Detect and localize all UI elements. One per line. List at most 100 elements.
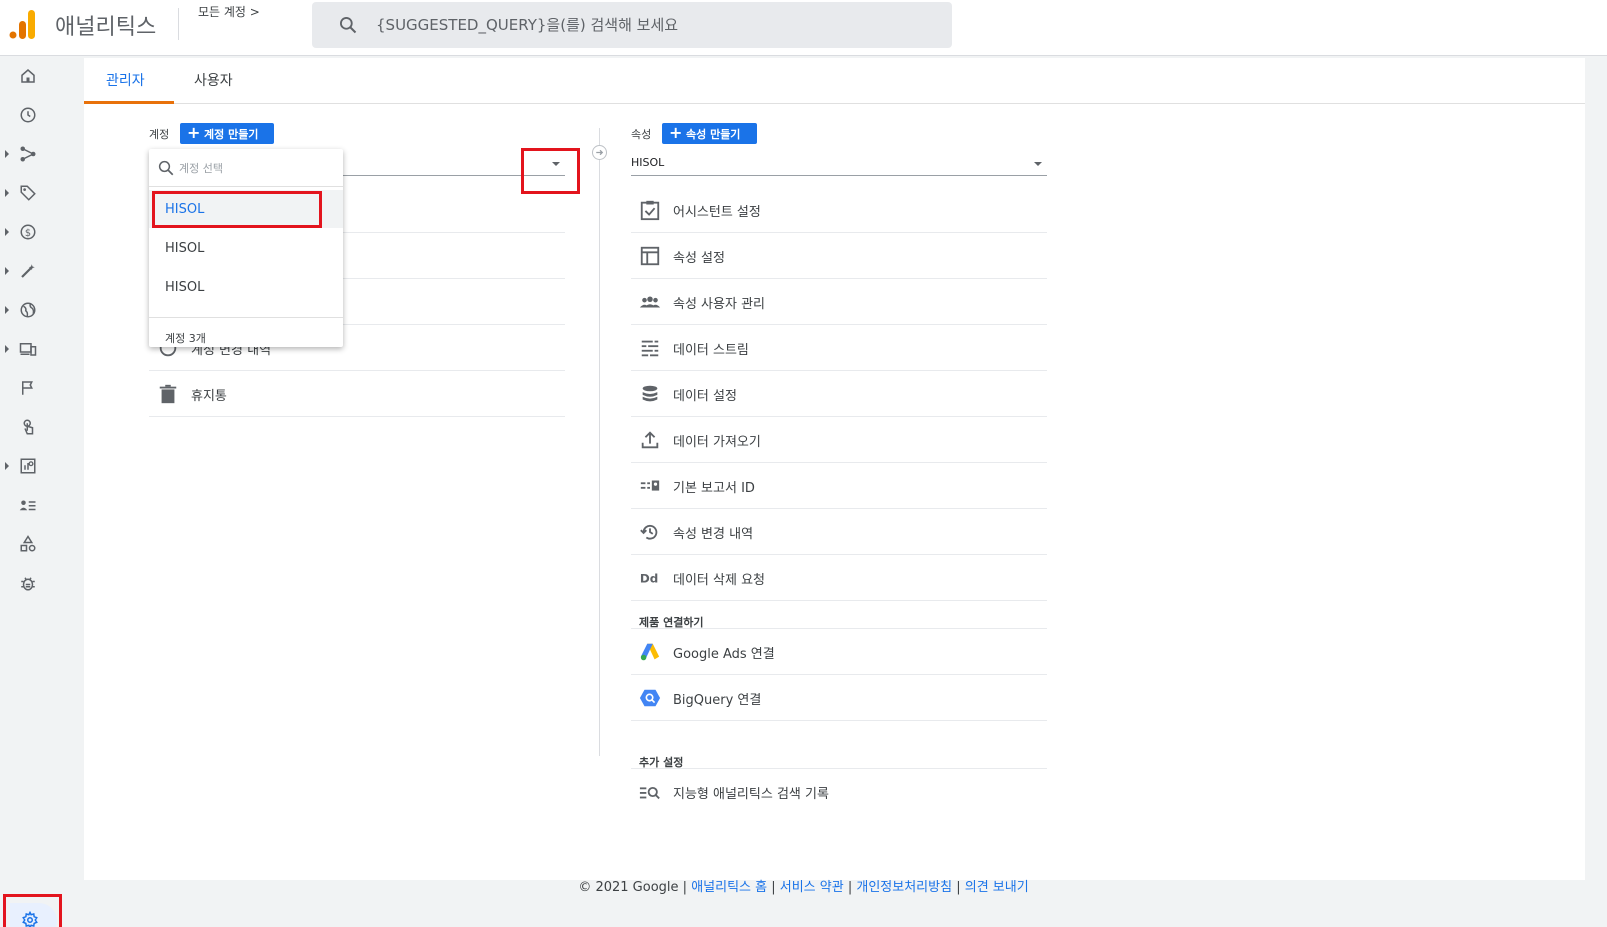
users-group-icon bbox=[639, 296, 661, 308]
property-user-management-row[interactable]: 속성 사용자 관리 bbox=[631, 279, 1047, 325]
trash-label: 휴지통 bbox=[191, 389, 227, 404]
nav-monetization[interactable]: $ bbox=[0, 214, 60, 250]
property-select-value[interactable]: HISOL bbox=[631, 156, 664, 169]
property-change-history-label: 속성 변경 내역 bbox=[673, 527, 754, 542]
data-settings-row[interactable]: 데이터 설정 bbox=[631, 371, 1047, 417]
property-change-history-row[interactable]: 속성 변경 내역 bbox=[631, 509, 1047, 555]
data-import-label: 데이터 가져오기 bbox=[673, 435, 761, 450]
nav-audiences[interactable] bbox=[0, 487, 60, 523]
footer-link-privacy[interactable]: 개인정보처리방침 bbox=[856, 880, 952, 895]
nav-lifecycle[interactable] bbox=[0, 136, 60, 172]
nav-home[interactable] bbox=[0, 58, 60, 94]
devices-icon bbox=[19, 343, 37, 356]
expand-caret-icon bbox=[5, 228, 9, 236]
active-tab-indicator bbox=[84, 101, 174, 104]
nav-realtime[interactable] bbox=[0, 97, 60, 133]
nav-explore[interactable] bbox=[0, 448, 60, 484]
app-title: 애널리틱스 bbox=[55, 15, 157, 40]
account-column-label: 계정 bbox=[149, 128, 170, 141]
assistant-settings-label: 어시스턴트 설정 bbox=[673, 205, 761, 220]
trash-row[interactable]: 휴지통 bbox=[149, 371, 565, 417]
upload-icon bbox=[641, 431, 659, 449]
selected-account-highlight bbox=[152, 191, 322, 228]
account-search-input[interactable] bbox=[179, 158, 329, 178]
data-import-row[interactable]: 데이터 가져오기 bbox=[631, 417, 1047, 463]
data-deletion-row[interactable]: Dd 데이터 삭제 요청 bbox=[631, 555, 1047, 601]
data-deletion-icon: Dd bbox=[640, 572, 658, 586]
footer-separator: | bbox=[847, 880, 853, 895]
expand-caret-icon bbox=[5, 267, 9, 275]
page-footer: © 2021 Google | 애널리틱스 홈 | 서비스 약관 | 개인정보처… bbox=[0, 876, 1607, 895]
touch-icon bbox=[23, 419, 34, 435]
google-ads-link-label: Google Ads 연결 bbox=[673, 647, 775, 662]
tab-user[interactable]: 사용자 bbox=[194, 70, 233, 90]
nav-demographics[interactable] bbox=[0, 292, 60, 328]
plus-icon: + bbox=[669, 123, 683, 142]
bug-icon bbox=[21, 577, 35, 591]
search-input[interactable] bbox=[376, 12, 936, 38]
globe-icon bbox=[20, 302, 36, 318]
history-icon bbox=[640, 524, 658, 540]
bigquery-link-row[interactable]: BigQuery 연결 bbox=[631, 675, 1047, 721]
account-search[interactable] bbox=[149, 149, 343, 187]
google-ads-link-row[interactable]: Google Ads 연결 bbox=[631, 629, 1047, 675]
footer-separator: | bbox=[956, 880, 961, 895]
search-history-icon bbox=[639, 786, 660, 800]
nav-acquisition[interactable] bbox=[0, 175, 60, 211]
left-nav: $ bbox=[0, 56, 62, 927]
copyright-text: © 2021 Google | bbox=[578, 880, 688, 895]
admin-settings-highlight[interactable] bbox=[3, 894, 62, 927]
create-account-button[interactable]: + 계정 만들기 bbox=[180, 123, 274, 144]
search-history-label: 지능형 애널리틱스 검색 기록 bbox=[673, 787, 829, 802]
audience-list-icon bbox=[19, 500, 36, 511]
data-settings-label: 데이터 설정 bbox=[673, 389, 737, 404]
column-link-icon bbox=[592, 145, 607, 160]
footer-link-feedback[interactable]: 의견 보내기 bbox=[965, 880, 1029, 895]
footer-link-analytics-home[interactable]: 애널리틱스 홈 bbox=[691, 880, 767, 895]
tab-admin[interactable]: 관리자 bbox=[106, 70, 145, 90]
account-option[interactable]: HISOL bbox=[149, 268, 343, 306]
reporting-id-icon bbox=[640, 480, 660, 491]
nav-events[interactable] bbox=[0, 370, 60, 406]
create-account-label: 계정 만들기 bbox=[204, 128, 259, 141]
dollar-icon: $ bbox=[20, 224, 36, 240]
create-property-label: 속성 만들기 bbox=[686, 128, 741, 141]
top-header: 애널리틱스 모든 계정 > bbox=[0, 0, 1607, 56]
account-dropdown-menu: HISOL HISOL HISOL 계정 3개 bbox=[149, 149, 343, 347]
account-option[interactable]: HISOL bbox=[149, 229, 343, 267]
reporting-id-label: 기본 보고서 ID bbox=[673, 481, 755, 496]
nav-debugview[interactable] bbox=[0, 565, 60, 601]
nodes-icon bbox=[20, 146, 36, 162]
expand-caret-icon bbox=[5, 306, 9, 314]
create-property-button[interactable]: + 속성 만들기 bbox=[662, 123, 757, 144]
analytics-logo[interactable] bbox=[8, 8, 36, 40]
column-divider bbox=[599, 128, 600, 756]
property-dropdown-arrow-icon[interactable] bbox=[1034, 162, 1042, 166]
assistant-checklist-icon bbox=[640, 200, 660, 221]
bigquery-icon bbox=[639, 689, 661, 707]
nav-conversions[interactable] bbox=[0, 409, 60, 445]
expand-caret-icon bbox=[5, 462, 9, 470]
property-settings-row[interactable]: 속성 설정 bbox=[631, 233, 1047, 279]
nav-engagement[interactable] bbox=[0, 253, 60, 289]
bigquery-link-label: BigQuery 연결 bbox=[673, 693, 762, 708]
property-user-management-label: 속성 사용자 관리 bbox=[673, 297, 765, 312]
property-settings-label: 속성 설정 bbox=[673, 251, 725, 266]
account-breadcrumb[interactable]: 모든 계정 > bbox=[198, 3, 260, 20]
assistant-settings-row[interactable]: 어시스턴트 설정 bbox=[631, 187, 1047, 233]
database-icon bbox=[642, 385, 658, 402]
expand-caret-icon bbox=[5, 189, 9, 197]
search-bar[interactable] bbox=[312, 2, 952, 48]
reporting-id-row[interactable]: 기본 보고서 ID bbox=[631, 463, 1047, 509]
data-streams-row[interactable]: 데이터 스트림 bbox=[631, 325, 1047, 371]
google-ads-icon bbox=[640, 643, 660, 661]
nav-library[interactable] bbox=[0, 526, 60, 562]
search-history-row[interactable]: 지능형 애널리틱스 검색 기록 bbox=[631, 769, 1047, 815]
data-streams-label: 데이터 스트림 bbox=[673, 343, 749, 358]
nav-tech[interactable] bbox=[0, 331, 60, 367]
footer-link-terms[interactable]: 서비스 약관 bbox=[780, 880, 844, 895]
flag-icon bbox=[22, 381, 33, 395]
analysis-icon bbox=[20, 458, 36, 474]
magic-wand-icon bbox=[21, 264, 35, 278]
property-column-label: 속성 bbox=[631, 128, 652, 141]
